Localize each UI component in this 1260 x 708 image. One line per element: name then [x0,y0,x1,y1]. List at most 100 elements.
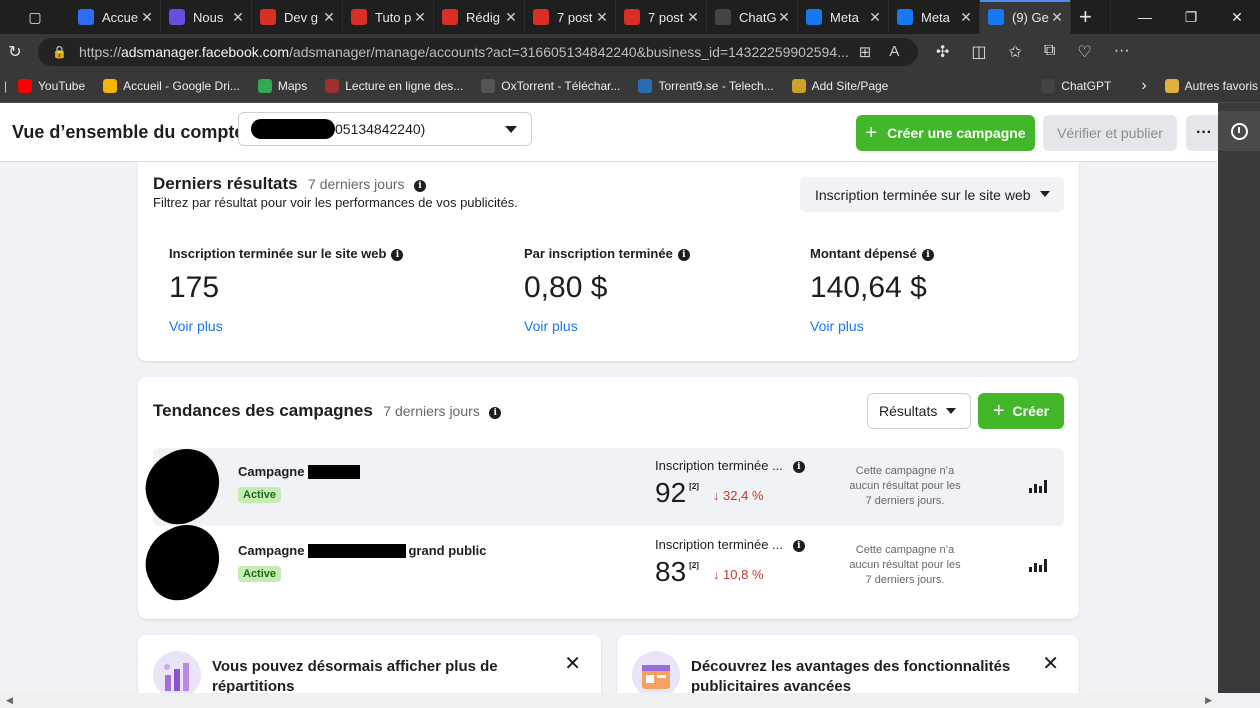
results-dropdown[interactable]: Résultats [867,393,971,429]
favorites-icon[interactable]: ✩ [1009,42,1022,62]
tab-close-icon[interactable]: ✕ [595,9,609,26]
close-window-icon[interactable]: ✕ [1214,9,1260,26]
browser-tab[interactable]: 7 post ✕ [525,0,616,34]
bookmark-item[interactable]: ChatGPT › [1041,77,1147,95]
results-dropdown-value: Résultats [879,403,938,419]
account-selector[interactable]: 05134842240) [238,112,532,146]
browser-tab[interactable]: Dev g ✕ [252,0,343,34]
tab-close-icon[interactable]: ✕ [868,9,882,26]
see-more-link[interactable]: Voir plus [169,318,403,334]
metric-label: Montant dépensé i [810,246,934,261]
heart-shield-icon [169,9,185,25]
verify-publish-label: Vérifier et publier [1057,125,1163,141]
bookmark-item[interactable]: Autres favoris [1164,79,1258,93]
bar-chart-icon[interactable] [1029,559,1047,572]
verify-publish-button[interactable]: Vérifier et publier [1043,115,1177,151]
horizontal-scrollbar[interactable]: ◀ ▶ [0,693,1218,708]
browser-tab[interactable]: ChatG ✕ [707,0,798,34]
split-screen-icon[interactable]: ◫ [971,42,986,62]
more-options-button[interactable]: ··· [1186,115,1218,151]
close-icon[interactable]: ✕ [1042,651,1059,676]
ads-manager-page: Vue d’ensemble du compte 05134842240) + … [0,103,1218,693]
url-host: adsmanager.facebook.com [120,44,290,60]
pdf-icon [260,9,276,25]
see-more-link[interactable]: Voir plus [524,318,690,334]
info-icon[interactable]: i [413,180,426,192]
create-button[interactable]: + Créer [978,393,1064,429]
tab-title: Nous [193,9,224,25]
url-field[interactable]: 🔒 https://adsmanager.facebook.com/adsman… [38,38,918,66]
campaign-name[interactable]: Campagne grand public [238,543,486,558]
change-indicator: ↓ 10,8 % [712,567,764,582]
tab-close-icon[interactable]: ✕ [504,9,518,26]
info-icon[interactable]: i [792,461,805,473]
browser-tab[interactable]: Meta ✕ [889,0,980,34]
tab-title: 7 post [557,9,593,25]
browser-tab[interactable]: (9) Ge ✕ [980,0,1071,34]
bookmark-item[interactable]: Maps [257,79,307,93]
bookmark-item[interactable]: Lecture en ligne des... [325,79,463,93]
bookmark-item[interactable]: Add Site/Page [791,79,889,93]
bar-chart-icon[interactable] [1029,480,1047,493]
result-filter-value: Inscription terminée sur le site web [815,186,1031,203]
change-indicator: ↓ 32,4 % [712,488,764,503]
collections-icon[interactable]: ⧉ [1044,42,1055,62]
status-badge: Active [238,566,282,582]
tab-close-icon[interactable]: ✕ [231,9,245,26]
info-icon[interactable]: i [489,407,502,419]
bookmark-item[interactable]: OxTorrent - Téléchar... [481,79,620,93]
info-icon[interactable]: i [792,540,805,552]
bookmark-label: OxTorrent - Téléchar... [501,79,621,93]
lock-icon[interactable]: 🔒 [52,45,67,59]
scroll-left-icon[interactable]: ◀ [6,695,13,706]
metric-amount-spent: Montant dépensé i 140,64 $ Voir plus [810,246,934,334]
workspaces-icon[interactable]: ▢ [28,9,41,26]
bookmark-favicon-icon [1164,79,1179,93]
tab-close-icon[interactable]: ✕ [686,9,700,26]
browser-tab[interactable]: Meta ✕ [798,0,889,34]
campaign-trends-card: Tendances des campagnes 7 derniers jours… [133,377,1079,619]
extensions-icon[interactable]: ✣ [936,42,949,62]
close-icon[interactable]: ✕ [564,651,581,676]
read-aloud-icon[interactable]: A [889,43,899,61]
favorite-star-icon[interactable]: ☆ [917,43,918,61]
plus-icon: + [865,121,878,144]
tab-close-icon[interactable]: ✕ [322,9,336,26]
tab-close-icon[interactable]: ✕ [413,9,427,26]
tab-close-icon[interactable]: ✕ [777,9,791,26]
info-icon[interactable]: i [921,249,934,261]
browser-tab[interactable]: 7 post ✕ [616,0,707,34]
history-clock-icon[interactable] [1218,111,1260,151]
browser-tab[interactable]: Nous ✕ [161,0,252,34]
browser-tab[interactable]: Rédig ✕ [434,0,525,34]
info-icon[interactable]: i [391,249,404,261]
see-more-link[interactable]: Voir plus [810,318,934,334]
bookmark-label: Add Site/Page [811,79,889,93]
bookmarks-overflow-chevron-icon[interactable]: › [1141,77,1146,95]
bookmark-favicon-icon [103,79,118,93]
tab-close-icon[interactable]: ✕ [140,9,154,26]
create-campaign-button[interactable]: + Créer une campagne [856,115,1035,151]
minimize-icon[interactable]: — [1122,9,1168,26]
result-filter-dropdown[interactable]: Inscription terminée sur le site web [800,177,1064,212]
create-label: Créer [1012,403,1050,419]
bookmark-item[interactable]: YouTube [18,79,85,93]
tab-close-icon[interactable]: ✕ [1050,9,1064,26]
health-icon[interactable]: ♡ [1077,42,1091,62]
refresh-icon[interactable]: ↻ [0,42,30,62]
bookmark-item[interactable]: Accueil - Google Dri... [103,79,240,93]
campaign-row[interactable]: Campagne grand public Active Inscription… [133,513,1064,611]
browser-tab[interactable]: Tuto p ✕ [343,0,434,34]
restore-icon[interactable]: ❐ [1168,9,1214,26]
bookmark-item[interactable]: Torrent9.se - Telech... [638,79,774,93]
info-icon[interactable]: i [677,249,690,261]
scroll-right-icon[interactable]: ▶ [1205,695,1212,706]
settings-more-icon[interactable]: ··· [1114,42,1130,62]
bookmarks-edge-icon: | [4,79,8,93]
apps-icon[interactable]: ⊞ [859,43,872,61]
browser-tab[interactable]: Accue ✕ [70,0,161,34]
tab-close-icon[interactable]: ✕ [959,9,973,26]
new-tab-button[interactable]: + [1071,0,1111,34]
campaign-row[interactable]: Campagne Active Inscription terminée ...… [133,437,1064,535]
campaign-name[interactable]: Campagne [238,464,362,479]
